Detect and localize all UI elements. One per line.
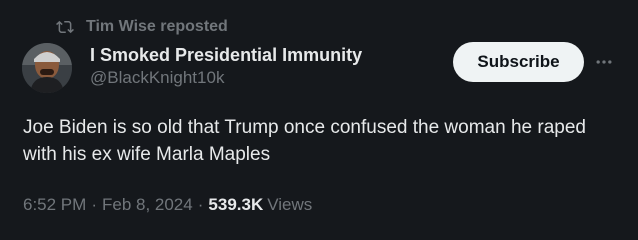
more-icon[interactable]	[594, 52, 614, 72]
repost-icon	[56, 18, 74, 36]
tweet-meta: 6:52 PM · Feb 8, 2024 · 539.3K Views	[23, 195, 312, 215]
repost-indicator[interactable]: Tim Wise reposted	[56, 17, 228, 37]
meta-separator: ·	[197, 195, 204, 214]
author-handle[interactable]: @BlackKnight10k	[90, 66, 362, 90]
tweet-card: Tim Wise reposted I Smoked Presidential …	[0, 0, 638, 240]
author-block: I Smoked Presidential Immunity @BlackKni…	[90, 44, 362, 90]
author-display-name[interactable]: I Smoked Presidential Immunity	[90, 44, 362, 66]
tweet-date[interactable]: Feb 8, 2024	[102, 195, 193, 215]
subscribe-button[interactable]: Subscribe	[453, 42, 584, 82]
tweet-text: Joe Biden is so old that Trump once conf…	[23, 117, 586, 165]
meta-separator: ·	[91, 195, 97, 214]
views-count[interactable]: 539.3K	[208, 195, 263, 215]
tweet-time[interactable]: 6:52 PM	[23, 195, 86, 215]
avatar[interactable]	[22, 43, 72, 93]
views-label: Views	[267, 195, 313, 214]
repost-label: Tim Wise reposted	[86, 18, 228, 35]
